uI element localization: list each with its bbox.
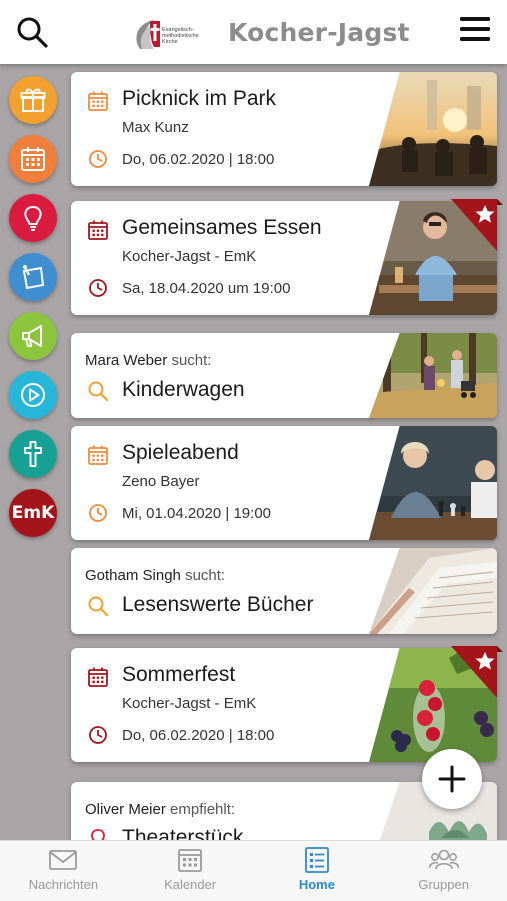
recommend-person: Oliver Meier bbox=[85, 801, 166, 818]
lightbulb-icon bbox=[24, 205, 42, 231]
featured-star-icon bbox=[451, 199, 503, 251]
calendar-icon bbox=[88, 220, 108, 240]
search-icon[interactable] bbox=[14, 14, 50, 50]
tab-nachrichten[interactable]: Nachrichten bbox=[0, 841, 127, 901]
search-card[interactable]: Mara Weber sucht: Kinderwagen bbox=[71, 333, 497, 418]
search-icon bbox=[88, 596, 109, 617]
event-card[interactable]: Spieleabend Zeno Bayer Mi, 01.04.2020 | … bbox=[71, 426, 497, 540]
event-organizer: Max Kunz bbox=[122, 119, 189, 136]
tab-gruppen[interactable]: Gruppen bbox=[380, 841, 507, 901]
event-date: Do, 06.02.2020 | 18:00 bbox=[122, 151, 275, 168]
app-header: Evangelisch- methodistische Kirche Koche… bbox=[0, 0, 507, 64]
search-image bbox=[369, 548, 497, 634]
search-title: Lesenswerte Bücher bbox=[122, 593, 314, 616]
event-date: Sa, 18.04.2020 um 19:00 bbox=[122, 280, 291, 297]
tab-home[interactable]: Home bbox=[254, 841, 381, 901]
event-title: Gemeinsames Essen bbox=[122, 216, 322, 239]
search-author-line: Mara Weber sucht: bbox=[85, 352, 211, 369]
tab-kalender[interactable]: Kalender bbox=[127, 841, 254, 901]
event-title: Picknick im Park bbox=[122, 87, 277, 110]
search-card[interactable]: Gotham Singh sucht: Lesenswerte Bücher bbox=[71, 548, 497, 634]
category-ideas-button[interactable] bbox=[9, 194, 57, 242]
category-events-button[interactable] bbox=[9, 135, 57, 183]
list-icon bbox=[304, 847, 329, 873]
emk-icon: EmK bbox=[11, 503, 55, 523]
play-icon bbox=[21, 383, 45, 407]
recommend-verb: empfiehlt: bbox=[170, 801, 236, 818]
category-emk-button[interactable]: EmK bbox=[9, 489, 57, 537]
clock-icon bbox=[89, 279, 107, 297]
page-title: Kocher-Jagst bbox=[228, 18, 410, 47]
cross-icon bbox=[24, 441, 42, 467]
event-title: Spieleabend bbox=[122, 441, 239, 464]
note-icon bbox=[22, 265, 45, 290]
svg-text:Kirche: Kirche bbox=[162, 39, 178, 45]
event-card[interactable]: Picknick im Park Max Kunz Do, 06.02.2020… bbox=[71, 72, 497, 186]
event-image bbox=[369, 72, 497, 186]
search-icon bbox=[88, 381, 109, 402]
event-title: Sommerfest bbox=[122, 663, 236, 686]
category-faith-button[interactable] bbox=[9, 430, 57, 478]
event-date: Do, 06.02.2020 | 18:00 bbox=[122, 727, 275, 744]
event-organizer: Kocher-Jagst - EmK bbox=[122, 248, 257, 265]
featured-star-icon bbox=[451, 646, 503, 698]
clock-icon bbox=[89, 150, 107, 168]
hamburger-menu-icon[interactable] bbox=[458, 14, 492, 44]
category-media-button[interactable] bbox=[9, 371, 57, 419]
category-gifts-button[interactable] bbox=[9, 76, 57, 124]
calendar-icon bbox=[88, 445, 108, 465]
add-post-button[interactable] bbox=[422, 749, 482, 809]
gift-icon bbox=[20, 88, 46, 112]
search-verb: sucht: bbox=[171, 352, 212, 369]
search-image bbox=[369, 333, 497, 418]
recommend-author-line: Oliver Meier empfiehlt: bbox=[85, 801, 235, 818]
search-author-line: Gotham Singh sucht: bbox=[85, 567, 225, 584]
event-organizer: Kocher-Jagst - EmK bbox=[122, 695, 257, 712]
event-organizer: Zeno Bayer bbox=[122, 473, 200, 490]
calendar-icon bbox=[178, 849, 203, 872]
event-card[interactable]: Sommerfest Kocher-Jagst - EmK Do, 06.02.… bbox=[71, 646, 503, 762]
tab-label: Home bbox=[298, 877, 335, 892]
megaphone-icon bbox=[22, 325, 42, 347]
category-announcements-button[interactable] bbox=[9, 312, 57, 360]
search-title: Kinderwagen bbox=[122, 378, 245, 401]
search-verb: sucht: bbox=[185, 567, 226, 584]
church-logo: Evangelisch- methodistische Kirche bbox=[130, 15, 202, 55]
clock-icon bbox=[89, 504, 107, 522]
calendar-icon bbox=[88, 667, 108, 687]
group-icon bbox=[428, 849, 459, 870]
tab-label: Nachrichten bbox=[28, 877, 99, 892]
event-image bbox=[369, 426, 497, 540]
category-sidebar: EmK bbox=[0, 64, 68, 840]
search-person: Gotham Singh bbox=[85, 567, 181, 584]
tab-label: Kalender bbox=[164, 877, 217, 892]
mail-icon bbox=[49, 850, 78, 870]
event-date: Mi, 01.04.2020 | 19:00 bbox=[122, 505, 272, 522]
event-card[interactable]: Gemeinsames Essen Kocher-Jagst - EmK Sa,… bbox=[71, 199, 503, 315]
bottom-tab-bar: Nachrichten Kalender Home Gruppen bbox=[0, 840, 507, 901]
search-person: Mara Weber bbox=[85, 352, 168, 369]
calendar-icon bbox=[21, 147, 45, 171]
plus-icon bbox=[438, 765, 466, 793]
tab-label: Gruppen bbox=[418, 877, 469, 892]
category-notes-button[interactable] bbox=[9, 253, 57, 301]
clock-icon bbox=[89, 726, 107, 744]
calendar-icon bbox=[88, 91, 108, 111]
